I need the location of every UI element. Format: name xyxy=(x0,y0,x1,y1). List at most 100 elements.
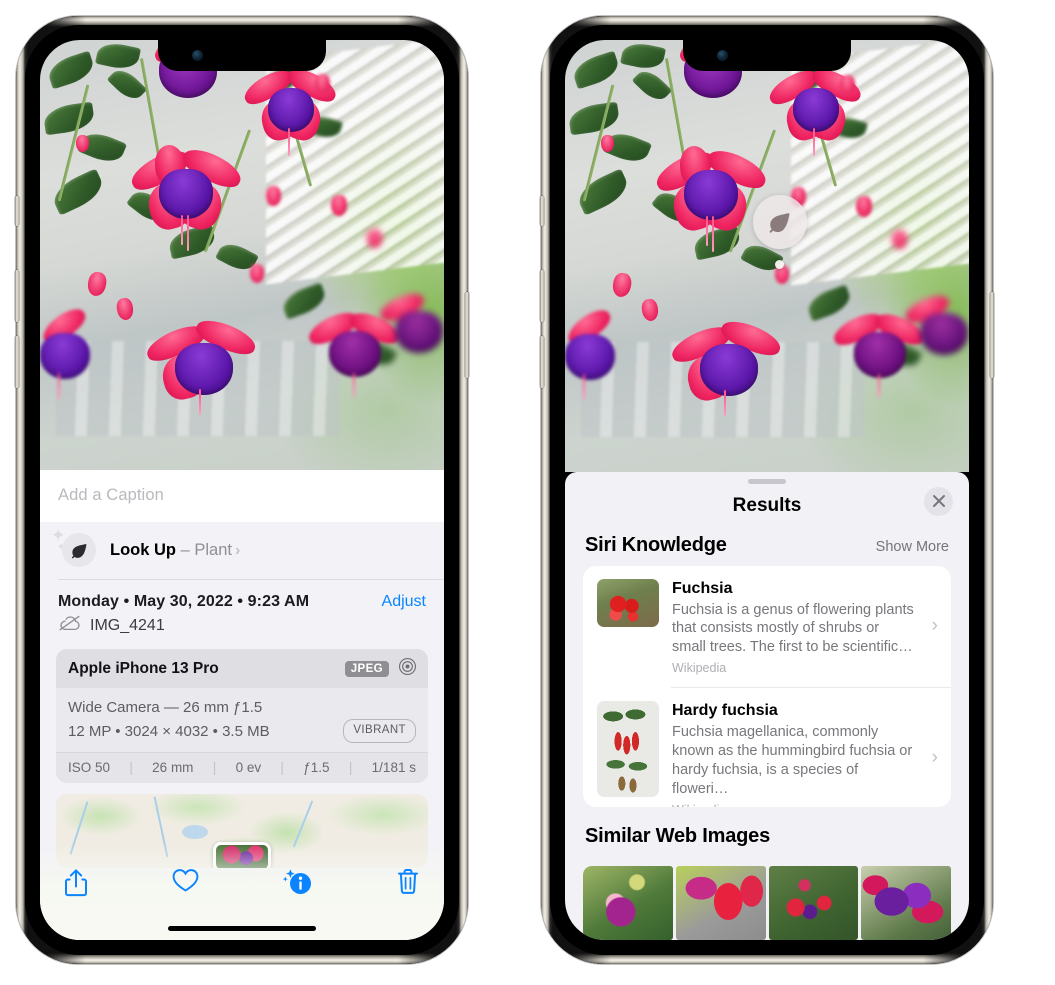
look-up-subject: Plant xyxy=(194,540,232,559)
camera-info-card[interactable]: Apple iPhone 13 Pro JPEG Wide Camera — 2… xyxy=(56,649,428,784)
look-up-label: Look Up – Plant › xyxy=(110,541,240,560)
flower-bud xyxy=(76,134,90,152)
share-button[interactable] xyxy=(64,868,88,898)
result-source: Wikipedia xyxy=(672,661,727,676)
lens-line: Wide Camera — 26 mm ƒ1.5 xyxy=(68,699,263,716)
result-source: Wikipedia xyxy=(672,803,915,808)
list-item[interactable]: Fuchsia Fuchsia is a genus of flowering … xyxy=(583,566,951,688)
date-row: Monday • May 30, 2022 • 9:23 AM Adjust xyxy=(40,580,444,611)
camera-device-name: Apple iPhone 13 Pro xyxy=(68,659,219,677)
home-indicator[interactable] xyxy=(168,926,316,931)
exif-separator: | xyxy=(348,760,353,776)
result-description: Fuchsia is a genus of flowering plants t… xyxy=(672,601,914,656)
device-notch xyxy=(683,40,851,71)
close-button[interactable] xyxy=(924,486,953,516)
web-image-3[interactable] xyxy=(768,866,859,940)
result-title: Fuchsia xyxy=(672,579,733,597)
fuchsia-bloom xyxy=(651,143,774,254)
result-thumbnail xyxy=(597,701,659,798)
left-iphone-device: Add a Caption ✦ ✦ Look Up – xyxy=(15,16,469,964)
front-camera xyxy=(717,50,728,61)
silent-switch[interactable] xyxy=(15,196,19,226)
fuchsia-bloom xyxy=(126,142,249,253)
volume-up-button[interactable] xyxy=(15,270,19,322)
results-title: Results xyxy=(732,494,802,516)
result-thumbnail xyxy=(597,578,659,627)
visual-lookup-badge[interactable] xyxy=(753,195,807,249)
similar-web-images-title: Similar Web Images xyxy=(585,825,770,847)
web-image-4[interactable] xyxy=(861,866,951,940)
fuchsia-bloom xyxy=(902,290,969,371)
exif-row: ISO 50 | 26 mm | 0 ev | ƒ1.5 | 1/181 s xyxy=(56,752,428,784)
caption-placeholder: Add a Caption xyxy=(58,486,164,504)
web-image-1[interactable] xyxy=(583,866,673,940)
specs-row: 12 MP • 3024 × 4032 • 3.5 MB VIBRANT xyxy=(68,719,416,744)
result-body: Fuchsia Fuchsia is a genus of flowering … xyxy=(672,579,939,676)
result-body: Hardy fuchsia Fuchsia magellanica, commo… xyxy=(672,701,939,807)
right-phone-screen: Results Siri Knowledge Show More Fuchsia… xyxy=(565,40,969,940)
look-up-row[interactable]: ✦ ✦ Look Up – Plant› xyxy=(40,522,444,579)
screenshot-stage: Add a Caption ✦ ✦ Look Up – xyxy=(0,0,1055,985)
flower-bud xyxy=(330,194,347,216)
photo-date: Monday • May 30, 2022 • 9:23 AM xyxy=(58,593,310,610)
photo-canvas[interactable] xyxy=(40,40,444,470)
look-up-icon-wrap: ✦ ✦ xyxy=(51,527,96,567)
delete-button[interactable] xyxy=(396,868,420,896)
flower-bud xyxy=(314,74,330,95)
right-iphone-device: Results Siri Knowledge Show More Fuchsia… xyxy=(540,16,994,964)
left-phone-screen: Add a Caption ✦ ✦ Look Up – xyxy=(40,40,444,940)
exif-iso: ISO 50 xyxy=(68,760,111,776)
result-description: Fuchsia magellanica, commonly known as t… xyxy=(672,724,913,797)
exif-separator: | xyxy=(280,760,284,776)
siri-knowledge-header: Siri Knowledge Show More xyxy=(565,530,969,566)
web-image-2[interactable] xyxy=(675,866,766,940)
caption-field[interactable]: Add a Caption xyxy=(40,470,444,522)
power-button[interactable] xyxy=(990,292,994,378)
fuchsia-bloom xyxy=(40,302,120,399)
exif-shutter-speed: 1/181 s xyxy=(371,760,416,776)
power-button[interactable] xyxy=(465,292,469,378)
show-more-button[interactable]: Show More xyxy=(876,539,949,555)
volume-down-button[interactable] xyxy=(540,336,544,388)
volume-down-button[interactable] xyxy=(15,336,19,388)
leaf-icon xyxy=(769,213,790,233)
aperture-icon xyxy=(398,657,417,680)
file-name: IMG_4241 xyxy=(90,616,165,634)
info-button[interactable] xyxy=(282,868,312,896)
similar-web-images-header: Similar Web Images xyxy=(565,807,969,855)
flower-bud xyxy=(839,74,855,95)
visual-lookup-anchor-dot xyxy=(775,260,784,269)
result-title: Hardy fuchsia xyxy=(672,702,778,720)
list-item[interactable]: Hardy fuchsia Fuchsia magellanica, commo… xyxy=(583,688,951,807)
look-up-title: Look Up xyxy=(110,540,176,559)
look-up-separator: – xyxy=(180,540,190,559)
chevron-right-icon: › xyxy=(931,747,938,769)
flower-bud xyxy=(855,195,872,217)
similar-web-images-strip[interactable] xyxy=(565,866,969,940)
fuchsia-bloom xyxy=(565,303,645,400)
camera-card-badges: JPEG xyxy=(344,657,417,680)
photographic-style-badge: VIBRANT xyxy=(343,719,416,744)
favorite-button[interactable] xyxy=(172,868,199,893)
chevron-right-icon: › xyxy=(931,615,938,637)
siri-knowledge-card: Fuchsia Fuchsia is a genus of flowering … xyxy=(583,565,951,807)
specs-line: 12 MP • 3024 × 4032 • 3.5 MB xyxy=(68,722,270,740)
volume-up-button[interactable] xyxy=(540,270,544,322)
fuchsia-bloom xyxy=(142,314,263,416)
adjust-button[interactable]: Adjust xyxy=(382,593,426,611)
device-notch xyxy=(158,40,326,71)
photo-canvas[interactable] xyxy=(565,40,969,472)
siri-knowledge-title: Siri Knowledge xyxy=(585,533,727,556)
leaf-icon xyxy=(62,533,96,567)
file-row: IMG_4241 xyxy=(40,611,444,649)
chevron-right-icon: › xyxy=(234,541,241,559)
close-icon xyxy=(932,495,945,508)
exif-exposure-value: 0 ev xyxy=(235,760,262,776)
silent-switch[interactable] xyxy=(540,196,544,226)
results-sheet: Results Siri Knowledge Show More Fuchsia… xyxy=(565,472,969,940)
fuchsia-bloom xyxy=(667,315,788,417)
cloud-slash-icon xyxy=(58,615,81,636)
front-camera xyxy=(192,50,203,61)
exif-focal-length: 26 mm xyxy=(152,760,194,776)
camera-card-body: Wide Camera — 26 mm ƒ1.5 12 MP • 3024 × … xyxy=(56,688,428,753)
